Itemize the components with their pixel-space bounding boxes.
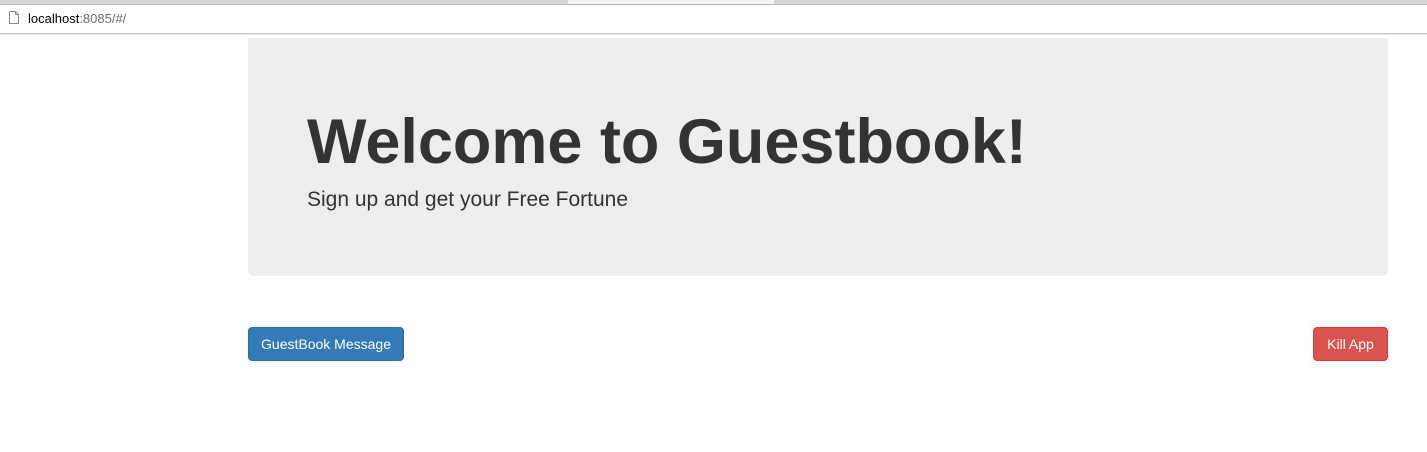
guestbook-message-button[interactable]: GuestBook Message [248, 327, 404, 361]
lead-text: Sign up and get your Free Fortune [307, 188, 629, 211]
jumbotron: Welcome to Guestbook! Sign up and get yo… [248, 38, 1388, 276]
kill-app-button[interactable]: Kill App [1313, 327, 1388, 361]
address-bar[interactable]: localhost:8085/#/ [0, 5, 1427, 34]
url-host: localhost [28, 11, 80, 26]
url-text[interactable]: localhost:8085/#/ [28, 11, 126, 27]
active-tab-edge[interactable] [568, 0, 774, 4]
page-icon [9, 11, 19, 24]
page-title: Welcome to Guestbook! [307, 107, 1027, 177]
url-path: :8085/#/ [79, 11, 127, 26]
